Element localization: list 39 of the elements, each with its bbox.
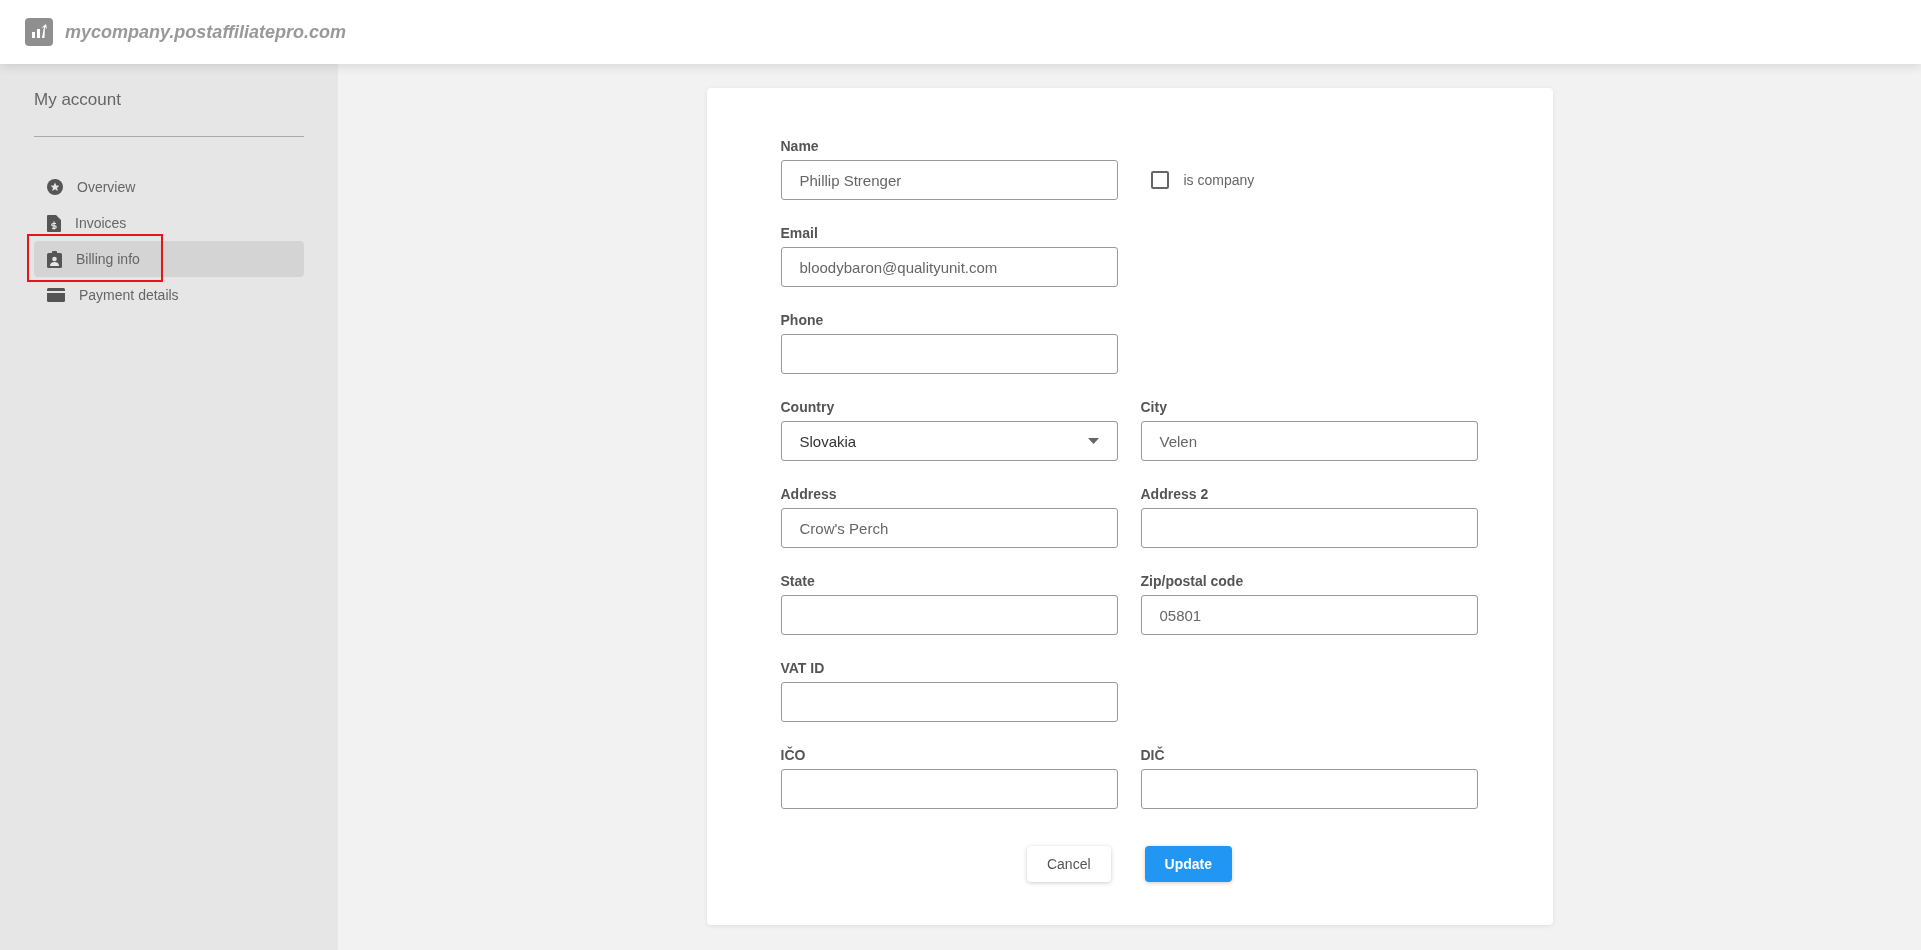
input-field[interactable] (780, 769, 1118, 809)
sidebar-item[interactable]: Payment details (34, 277, 304, 313)
input-field[interactable]: Velen (1140, 421, 1478, 461)
field-label: Phone (780, 312, 825, 330)
field-label: Email (780, 225, 819, 243)
input-field[interactable]: 05801 (1140, 595, 1478, 635)
input-field[interactable] (780, 682, 1118, 722)
dropdown-field[interactable]: Slovakia (780, 421, 1118, 461)
input-field[interactable] (1140, 769, 1478, 809)
update-button[interactable]: Update (1144, 846, 1232, 882)
sidebar-title: My account (34, 90, 304, 137)
input-field[interactable] (1140, 508, 1478, 548)
field-label: State (780, 573, 816, 591)
input-field[interactable]: bloodybaron@qualityunit.com (780, 247, 1118, 287)
input-field[interactable]: Phillip Strenger (780, 160, 1118, 200)
logo-icon (25, 18, 53, 46)
caret-icon (1087, 438, 1099, 444)
checkbox[interactable] (1150, 171, 1169, 189)
field-label: IČO (780, 747, 807, 765)
sidebar-item[interactable]: Billing info (34, 241, 304, 277)
input-field[interactable] (780, 595, 1118, 635)
field-label: Name (780, 138, 820, 156)
field-label: City (1140, 399, 1168, 417)
cancel-button[interactable]: Cancel (1026, 846, 1111, 882)
input-field[interactable] (780, 334, 1118, 374)
input-field[interactable]: Crow's Perch (780, 508, 1118, 548)
sidebar-item[interactable]: Overview (34, 169, 304, 205)
checkbox-label: is company (1183, 172, 1255, 188)
sidebar-item[interactable]: Invoices (34, 205, 304, 241)
field-label: DIČ (1140, 747, 1166, 765)
field-label: Address 2 (1140, 486, 1210, 504)
field-label: VAT ID (780, 660, 826, 678)
site-title: mycompany.postaffiliatepro.com (65, 21, 347, 43)
id-badge-icon (47, 250, 62, 268)
credit-card-icon (47, 288, 65, 302)
field-label: Country (780, 399, 836, 417)
field-label: Address (780, 486, 838, 504)
field-label: Zip/postal code (1140, 573, 1245, 591)
dollar-document-icon (47, 214, 61, 232)
